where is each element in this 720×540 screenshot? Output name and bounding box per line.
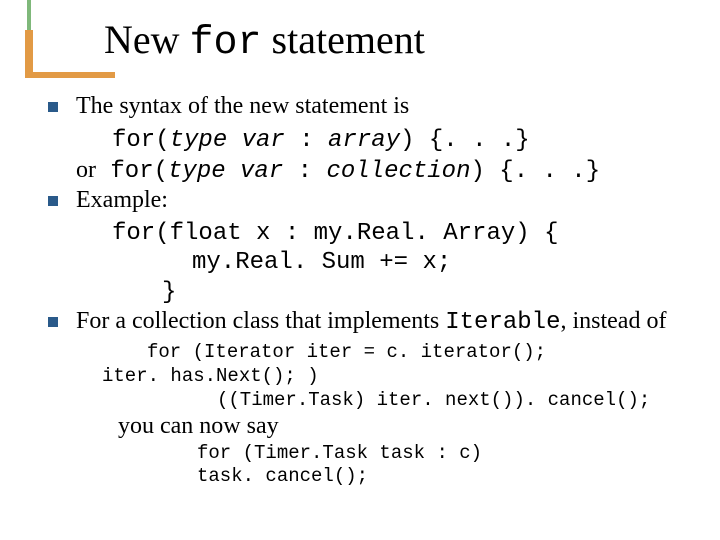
iter-code: Iterable	[445, 309, 560, 336]
s1b: type var	[170, 127, 300, 154]
example-lead: Example:	[76, 187, 168, 213]
s2c: :	[298, 158, 327, 185]
s2b: type var	[168, 158, 298, 185]
accent-decor	[20, 0, 38, 78]
bullet-icon	[48, 196, 58, 206]
example-line-3: }	[42, 278, 702, 307]
oc1: for (Iterator iter = c. iterator();	[147, 341, 546, 363]
you-can-say: you can now say	[42, 412, 702, 441]
syntax-lead: The syntax of the new statement is	[76, 93, 409, 119]
example-line-1: for(float x : my.Real. Array) {	[42, 219, 702, 248]
title-code: for	[190, 21, 262, 66]
new-code-2: task. cancel();	[42, 465, 702, 489]
syntax-line-1: for(type var : array) {. . .}	[42, 125, 702, 155]
bullet-syntax: The syntax of the new statement is	[42, 92, 702, 121]
slide-body: The syntax of the new statement is for(t…	[42, 92, 702, 489]
s2d: collection	[326, 158, 470, 185]
iter-pre: For a collection class that implements	[76, 308, 445, 334]
s1c: :	[299, 127, 328, 154]
example-line-2: my.Real. Sum += x;	[42, 248, 702, 277]
new-code-1: for (Timer.Task task : c)	[42, 442, 702, 466]
title-post: statement	[262, 17, 425, 62]
bullet-icon	[48, 317, 58, 327]
bullet-example: Example:	[42, 186, 702, 215]
iter-post: , instead of	[560, 308, 666, 334]
old-code-1: for (Iterator iter = c. iterator();	[42, 341, 702, 365]
syntax-line-2: or for(type var : collection) {. . .}	[42, 156, 702, 186]
s2e: ) {. . .}	[470, 158, 600, 185]
s1a: for(	[112, 127, 170, 154]
bullet-iterable: For a collection class that implements I…	[42, 307, 702, 337]
title-pre: New	[104, 17, 190, 62]
s1d: array	[328, 127, 400, 154]
s2a: for(	[96, 158, 168, 185]
bullet-icon	[48, 102, 58, 112]
or-text: or	[76, 157, 96, 183]
s1e: ) {. . .}	[400, 127, 530, 154]
old-code-2: iter. has.Next(); )	[42, 365, 702, 389]
slide-title: New for statement	[104, 16, 425, 66]
old-code-3: ((Timer.Task) iter. next()). cancel();	[42, 389, 702, 413]
